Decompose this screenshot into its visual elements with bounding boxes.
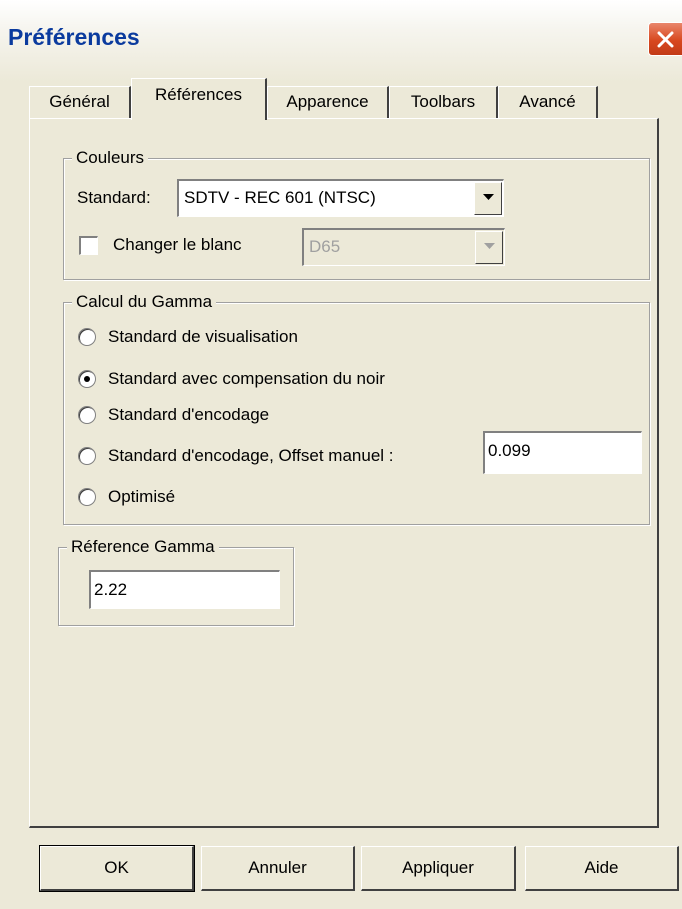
radio-encodage-label: Standard d'encodage [108, 405, 270, 424]
close-button[interactable] [648, 22, 682, 56]
radio-encodage-offset[interactable] [78, 447, 96, 465]
radio-compensation-noir[interactable] [78, 370, 96, 388]
help-label: Aide [584, 858, 619, 877]
standard-value: SDTV - REC 601 (NTSC) [184, 188, 376, 207]
help-button[interactable]: Aide [525, 846, 679, 891]
reference-gamma-legend: Réference Gamma [67, 536, 219, 558]
tab-label: Général [49, 92, 110, 111]
ok-label: OK [104, 858, 129, 877]
tab-label: Références [155, 85, 242, 104]
offset-value: 0.099 [488, 441, 531, 460]
chevron-down-icon [483, 194, 494, 200]
dropdown-button[interactable] [474, 182, 502, 215]
radio-compensation-noir-label: Standard avec compensation du noir [108, 369, 385, 388]
offset-input[interactable]: 0.099 [483, 431, 642, 474]
apply-label: Appliquer [402, 858, 474, 877]
couleurs-legend: Couleurs [72, 147, 149, 169]
radio-optimise[interactable] [78, 488, 96, 506]
tab-panel-references: Couleurs Standard: SDTV - REC 601 (NTSC)… [29, 118, 659, 828]
radio-optimise-label: Optimisé [108, 487, 176, 506]
standard-select[interactable]: SDTV - REC 601 (NTSC) [177, 179, 504, 217]
reference-gamma-value: 2.22 [94, 580, 128, 599]
tab-label: Avancé [519, 92, 576, 111]
chevron-down-icon [484, 243, 495, 249]
ok-button[interactable]: OK [39, 845, 195, 892]
title-bar[interactable]: Préférences [0, 0, 682, 82]
gamma-group: Calcul du Gamma Standard de visualisatio… [63, 291, 650, 525]
white-point-value: D65 [309, 237, 341, 256]
changer-blanc-label: Changer le blanc [113, 235, 242, 254]
tab-label: Apparence [286, 92, 369, 111]
tab-general[interactable]: Général [29, 86, 131, 118]
tab-label: Toolbars [410, 92, 476, 111]
tab-toolbars[interactable]: Toolbars [389, 86, 498, 118]
tab-avance[interactable]: Avancé [498, 86, 598, 118]
standard-label: Standard: [77, 188, 151, 207]
close-icon [657, 31, 674, 48]
apply-button[interactable]: Appliquer [361, 846, 516, 891]
radio-visualisation[interactable] [78, 328, 96, 346]
radio-encodage[interactable] [78, 406, 96, 424]
cancel-button[interactable]: Annuler [201, 846, 355, 891]
gamma-legend: Calcul du Gamma [72, 291, 217, 313]
white-point-select[interactable]: D65 [302, 228, 505, 266]
reference-gamma-input[interactable]: 2.22 [89, 570, 280, 609]
changer-blanc-checkbox[interactable] [79, 236, 98, 255]
dropdown-button[interactable] [475, 231, 503, 264]
window-title: Préférences [8, 24, 140, 50]
tab-references[interactable]: Références [131, 78, 267, 120]
radio-encodage-offset-label: Standard d'encodage, Offset manuel : [108, 446, 394, 465]
radio-visualisation-label: Standard de visualisation [108, 327, 298, 346]
reference-gamma-group: Réference Gamma 2.22 [58, 536, 294, 626]
cancel-label: Annuler [248, 858, 307, 877]
tab-apparence[interactable]: Apparence [267, 86, 389, 118]
couleurs-group: Couleurs Standard: SDTV - REC 601 (NTSC)… [63, 147, 650, 280]
